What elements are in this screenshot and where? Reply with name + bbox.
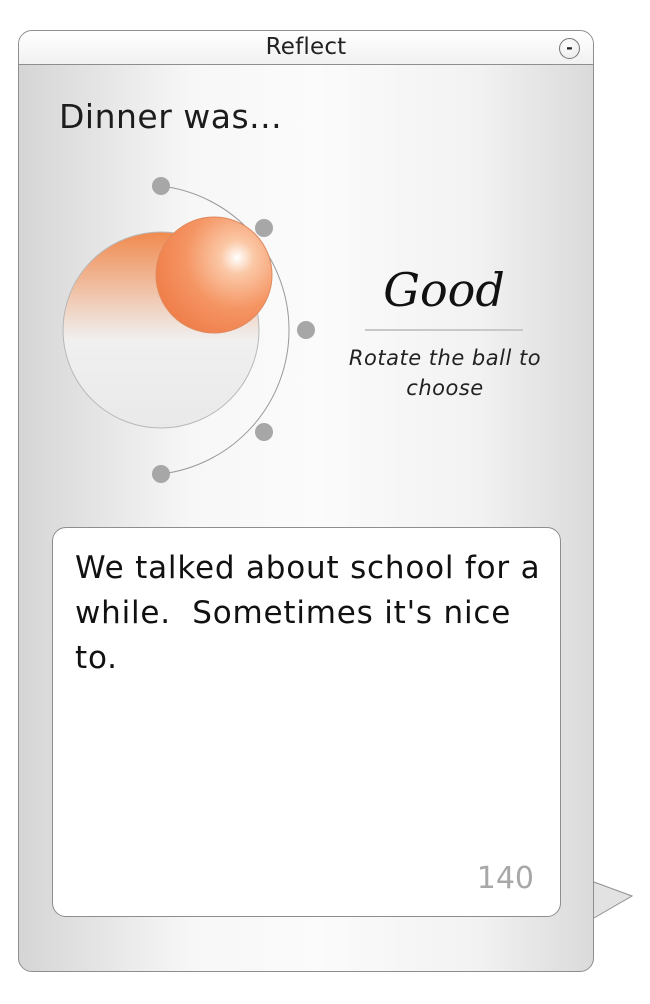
rating-hint: Rotate the ball to choose [348, 346, 542, 400]
rating-label: Good [383, 263, 505, 317]
reflect-window: Reflect - Dinner was... Good Rotate the … [18, 30, 594, 972]
reflection-text[interactable]: We talked about school for a while. Some… [75, 546, 545, 681]
rating-option-dot[interactable] [255, 219, 273, 237]
rating-ball[interactable] [155, 216, 273, 334]
rating-divider [365, 329, 523, 331]
rating-option-dot[interactable] [152, 465, 170, 483]
character-counter: 140 [476, 861, 534, 896]
rating-option-dot[interactable] [297, 321, 315, 339]
rating-option-dot[interactable] [255, 423, 273, 441]
reflection-text-area[interactable]: We talked about school for a while. Some… [52, 527, 561, 917]
rating-option-dot[interactable] [152, 177, 170, 195]
